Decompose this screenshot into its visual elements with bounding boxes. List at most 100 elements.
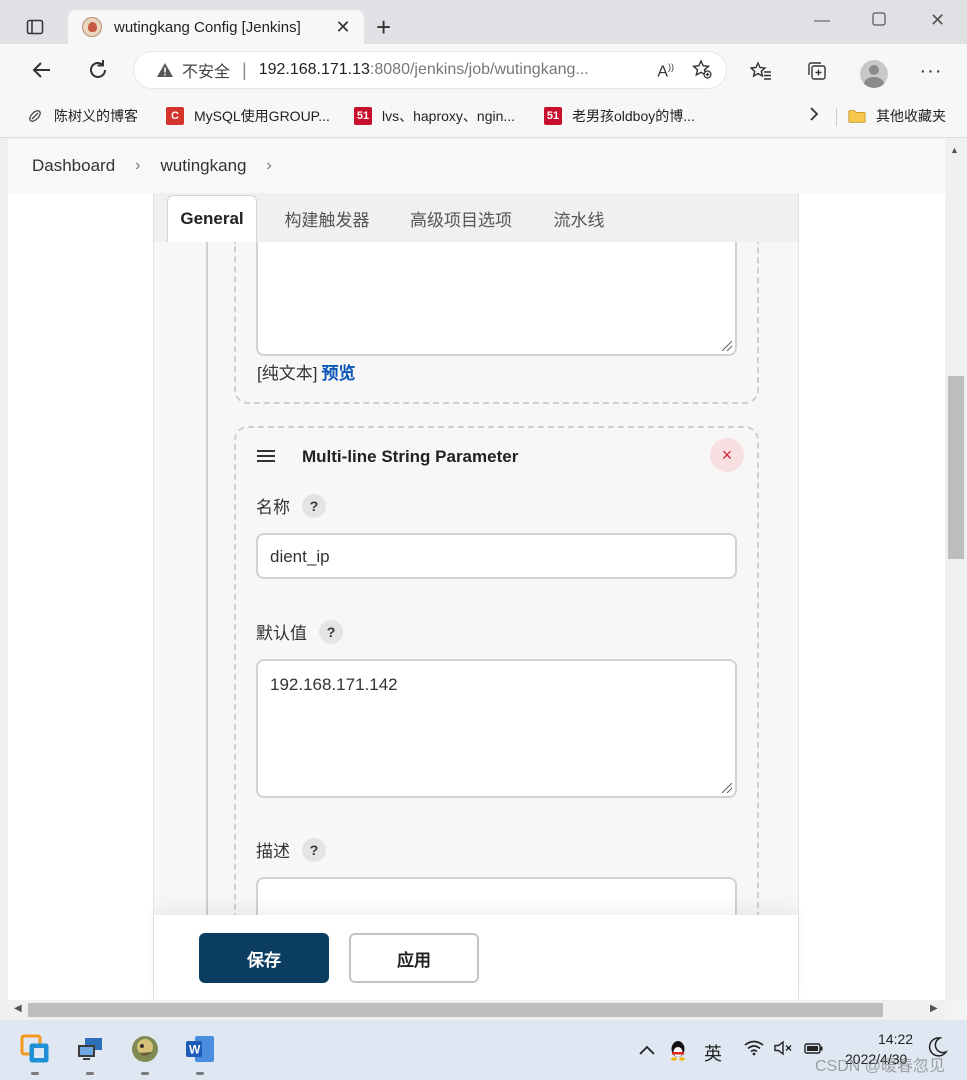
- config-panel: General 构建触发器 高级项目选项 流水线 [纯文本] 预览 Multi-l…: [153, 193, 799, 1000]
- more-menu-icon[interactable]: ···: [918, 58, 944, 84]
- url-host: 192.168.171.13: [258, 61, 370, 78]
- qq-icon[interactable]: [668, 1040, 688, 1067]
- close-window-icon[interactable]: ✕: [930, 10, 945, 31]
- description-label-text: 描述: [256, 842, 290, 861]
- url-path: :8080/jenkins/job/wutingkang...: [369, 61, 589, 78]
- bookmark-label: MySQL使用GROUP...: [194, 108, 330, 124]
- default-label-text: 默认值: [256, 624, 307, 643]
- save-button[interactable]: 保存: [199, 933, 329, 983]
- security-label: 不安全: [182, 64, 231, 81]
- clock-time[interactable]: 14:22: [878, 1031, 913, 1047]
- wifi-icon[interactable]: [744, 1040, 764, 1061]
- bookmark-item[interactable]: 51 lvs、haproxy、ngin...: [354, 106, 515, 126]
- watermark: CSDN @暖春忽见: [815, 1058, 946, 1075]
- minimize-icon[interactable]: —: [814, 12, 830, 30]
- bookmark-item[interactable]: 51 老男孩oldboy的博...: [544, 106, 695, 126]
- bookmark-item[interactable]: 陈树义的博客: [26, 106, 138, 126]
- new-tab-icon[interactable]: +: [376, 14, 391, 40]
- scroll-up-icon[interactable]: ▲: [950, 145, 959, 155]
- back-icon[interactable]: [28, 56, 56, 84]
- description-label: 描述 ?: [256, 837, 326, 862]
- help-icon[interactable]: ?: [319, 619, 343, 644]
- address-bar[interactable]: 不安全 | 192.168.171.13:8080/jenkins/job/wu…: [134, 52, 726, 88]
- drag-handle-icon[interactable]: [256, 447, 276, 465]
- maximize-icon[interactable]: [872, 12, 886, 31]
- config-tabs: General 构建触发器 高级项目选项 流水线: [154, 193, 798, 242]
- add-favorite-icon[interactable]: [691, 59, 712, 84]
- format-hint: [纯文本] 预览: [257, 359, 355, 384]
- url-text: 192.168.171.13:8080/jenkins/job/wutingka…: [259, 61, 589, 79]
- folder-icon: [848, 107, 866, 125]
- tab-advanced-options[interactable]: 高级项目选项: [399, 195, 523, 242]
- chevron-right-icon[interactable]: ›: [135, 157, 140, 175]
- browser-app-icon[interactable]: [130, 1034, 160, 1064]
- vmware-icon[interactable]: [20, 1034, 50, 1064]
- close-tab-icon[interactable]: ✕: [332, 17, 354, 38]
- app-running-indicator: [196, 1072, 204, 1075]
- other-bookmarks[interactable]: 其他收藏夹: [848, 106, 946, 126]
- previous-description-textarea[interactable]: [256, 242, 737, 356]
- name-label-text: 名称: [256, 498, 290, 517]
- volume-muted-icon[interactable]: [773, 1040, 793, 1061]
- bookmarks-divider: [836, 108, 837, 126]
- link-icon: [26, 107, 44, 125]
- chevron-up-icon[interactable]: [638, 1040, 656, 1061]
- bookmarks-bar: 陈树义的博客 C MySQL使用GROUP... 51 lvs、haproxy、…: [0, 96, 967, 138]
- collections-icon[interactable]: [804, 58, 830, 84]
- help-icon[interactable]: ?: [302, 837, 326, 862]
- 51cto-icon: 51: [354, 107, 372, 125]
- vertical-scrollbar[interactable]: ▲: [945, 139, 967, 1000]
- read-aloud-icon[interactable]: A)): [657, 62, 674, 81]
- plain-text-label: [纯文本]: [257, 364, 318, 383]
- default-value-textarea[interactable]: 192.168.171.142: [256, 659, 737, 798]
- default-value-text: 192.168.171.142: [270, 675, 398, 694]
- warning-icon[interactable]: [156, 61, 174, 79]
- other-bookmarks-label: 其他收藏夹: [876, 108, 946, 124]
- help-icon[interactable]: ?: [302, 493, 326, 518]
- breadcrumb-dashboard[interactable]: Dashboard: [32, 156, 115, 176]
- form-action-bar: 保存 应用: [154, 915, 798, 1000]
- tab-build-triggers[interactable]: 构建触发器: [272, 195, 382, 242]
- bookmarks-overflow-icon[interactable]: [808, 106, 820, 122]
- left-window-edge: [0, 139, 8, 1020]
- tab-title: wutingkang Config [Jenkins]: [114, 18, 301, 36]
- default-value-label: 默认值 ?: [256, 619, 343, 644]
- horizontal-scrollbar[interactable]: ◀ ▶: [8, 1000, 945, 1020]
- tab-actions-icon[interactable]: [22, 14, 48, 40]
- close-icon: ×: [721, 444, 733, 465]
- tab-pipeline[interactable]: 流水线: [544, 195, 614, 242]
- browser-tab[interactable]: wutingkang Config [Jenkins] ✕: [68, 10, 364, 44]
- jenkins-icon: [82, 17, 102, 37]
- vertical-scroll-thumb[interactable]: [948, 376, 964, 559]
- word-icon[interactable]: W: [185, 1034, 215, 1064]
- tab-general[interactable]: General: [167, 195, 257, 242]
- remote-desktop-icon[interactable]: [75, 1034, 105, 1064]
- scroll-right-icon[interactable]: ▶: [930, 1003, 938, 1014]
- delete-parameter-button[interactable]: ×: [710, 438, 744, 472]
- resize-grip-icon[interactable]: [722, 783, 732, 793]
- chevron-right-icon[interactable]: ›: [267, 157, 272, 175]
- refresh-icon[interactable]: [84, 56, 112, 84]
- horizontal-scroll-thumb[interactable]: [28, 1003, 883, 1017]
- bookmark-label: 陈树义的博客: [54, 108, 138, 124]
- app-running-indicator: [31, 1072, 39, 1075]
- address-divider: |: [242, 59, 247, 80]
- name-input[interactable]: dient_ip: [256, 533, 737, 579]
- breadcrumb-job[interactable]: wutingkang: [161, 156, 247, 176]
- favorites-icon[interactable]: [748, 58, 774, 84]
- parameter-title: Multi-line String Parameter: [302, 447, 519, 466]
- csdn-icon: C: [166, 107, 184, 125]
- profile-avatar[interactable]: [860, 60, 888, 88]
- preview-link[interactable]: 预览: [321, 364, 355, 383]
- resize-grip-icon[interactable]: [722, 341, 732, 351]
- browser-toolbar: 不安全 | 192.168.171.13:8080/jenkins/job/wu…: [0, 44, 967, 96]
- ime-indicator[interactable]: 英: [704, 1040, 722, 1066]
- bookmark-item[interactable]: C MySQL使用GROUP...: [166, 106, 330, 126]
- bookmark-label: lvs、haproxy、ngin...: [382, 108, 516, 124]
- breadcrumb: Dashboard › wutingkang ›: [8, 139, 945, 193]
- apply-button[interactable]: 应用: [349, 933, 479, 983]
- 51cto-icon: 51: [544, 107, 562, 125]
- scroll-left-icon[interactable]: ◀: [14, 1003, 22, 1014]
- app-running-indicator: [141, 1072, 149, 1075]
- browser-tab-strip: wutingkang Config [Jenkins] ✕ + — ✕: [0, 0, 967, 44]
